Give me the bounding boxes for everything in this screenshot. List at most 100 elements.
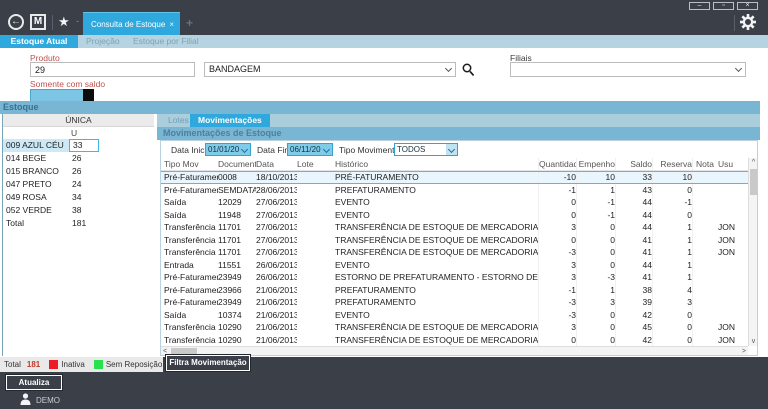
stock-row[interactable]: Total 181 (3, 217, 154, 230)
col-data[interactable]: Data (256, 158, 297, 170)
movement-row[interactable]: Saída 11948 27/06/2013 EVENTO 0 -1 44 0 (161, 209, 748, 222)
stock-quantity[interactable]: 24 (69, 178, 99, 191)
scroll-up-icon[interactable]: ^ (749, 158, 758, 167)
movement-row[interactable]: Transferência 11701 27/06/2013 TRANSFERÊ… (161, 221, 748, 234)
cell-documento[interactable]: 10290 (218, 321, 256, 334)
cell-quantidade[interactable]: 0 (538, 334, 576, 347)
stock-color-name[interactable]: 049 ROSA (3, 191, 69, 204)
data-final-combo[interactable]: 06/11/2013 (287, 143, 333, 156)
favorite-star-icon[interactable]: ★ (58, 14, 70, 30)
cell-nota[interactable] (692, 296, 714, 309)
cell-historico[interactable]: EVENTO (335, 309, 538, 322)
gear-icon[interactable] (740, 14, 756, 30)
col-lote[interactable]: Lote (297, 158, 335, 170)
cell-saldo[interactable]: 44 (615, 196, 652, 209)
cell-documento[interactable]: 11701 (218, 221, 256, 234)
cell-usuario[interactable] (714, 271, 742, 284)
movement-row[interactable]: Transferência 11701 27/06/2013 TRANSFERÊ… (161, 234, 748, 247)
cell-tipo-mov[interactable]: Pré-Faturamento (161, 271, 218, 284)
cell-tipo-mov[interactable]: Saída (161, 196, 218, 209)
cell-historico[interactable]: PRÉ-FATURAMENTO (335, 172, 538, 183)
cell-data[interactable]: 27/06/2013 (256, 221, 297, 234)
cell-tipo-mov[interactable]: Transferência (161, 321, 218, 334)
cell-documento[interactable]: SEMDATA (218, 184, 256, 197)
close-button[interactable]: × (737, 2, 758, 10)
cell-lote[interactable] (297, 271, 335, 284)
stock-quantity[interactable]: 26 (69, 152, 99, 165)
cell-reserva[interactable]: 1 (652, 234, 692, 247)
stock-row[interactable]: 052 VERDE 38 (3, 204, 154, 217)
movement-row[interactable]: Transferência 11701 27/06/2013 TRANSFERÊ… (161, 246, 748, 259)
cell-nota[interactable] (692, 309, 714, 322)
cell-saldo[interactable]: 33 (615, 172, 652, 183)
cell-saldo[interactable]: 38 (615, 284, 652, 297)
scrollbar-thumb[interactable] (750, 169, 757, 195)
cell-documento[interactable]: 10374 (218, 309, 256, 322)
cell-reserva[interactable]: 0 (652, 334, 692, 347)
cell-usuario[interactable]: JON (714, 334, 742, 347)
cell-empenho[interactable]: -1 (576, 196, 615, 209)
cell-usuario[interactable] (714, 259, 742, 272)
col-empenho[interactable]: Empenho (576, 158, 615, 170)
col-nota[interactable]: Nota (692, 158, 714, 170)
scrollbar-thumb[interactable] (171, 348, 197, 355)
cell-data[interactable]: 28/06/2013 (256, 184, 297, 197)
movement-row[interactable]: Pré-Faturamento 0008 18/10/2013 PRÉ-FATU… (161, 171, 748, 184)
cell-quantidade[interactable]: -3 (538, 296, 576, 309)
cell-data[interactable]: 27/06/2013 (256, 246, 297, 259)
cell-historico[interactable]: EVENTO (335, 259, 538, 272)
cell-lote[interactable] (297, 234, 335, 247)
cell-quantidade[interactable]: 3 (538, 259, 576, 272)
tab-close-icon[interactable]: × (169, 20, 180, 29)
cell-data[interactable]: 21/06/2013 (256, 296, 297, 309)
cell-lote[interactable] (297, 284, 335, 297)
tab-movimentacoes[interactable]: Movimentações (190, 114, 270, 127)
cell-historico[interactable]: PREFATURAMENTO (335, 284, 538, 297)
stock-color-name[interactable]: 015 BRANCO (3, 165, 69, 178)
cell-reserva[interactable]: 4 (652, 284, 692, 297)
cell-empenho[interactable]: -3 (576, 271, 615, 284)
cell-documento[interactable]: 23966 (218, 284, 256, 297)
cell-lote[interactable] (297, 246, 335, 259)
stock-color-name[interactable]: 052 VERDE (3, 204, 69, 217)
atualiza-button[interactable]: Atualiza (6, 375, 62, 390)
horizontal-scrollbar[interactable]: < > (161, 346, 748, 355)
cell-saldo[interactable]: 44 (615, 221, 652, 234)
cell-documento[interactable]: 11701 (218, 234, 256, 247)
add-tab-icon[interactable]: + (186, 16, 193, 30)
vertical-scrollbar[interactable]: ^ v (748, 158, 757, 346)
cell-nota[interactable] (692, 271, 714, 284)
cell-documento[interactable]: 23949 (218, 296, 256, 309)
cell-usuario[interactable]: JON (714, 321, 742, 334)
cell-documento[interactable]: 12029 (218, 196, 256, 209)
cell-empenho[interactable]: 10 (576, 172, 615, 183)
cell-reserva[interactable]: 0 (652, 184, 692, 197)
filtra-movimentacao-button[interactable]: Filtra Movimentação (166, 355, 250, 371)
cell-empenho[interactable]: 0 (576, 234, 615, 247)
cell-tipo-mov[interactable]: Pré-Faturamento (161, 284, 218, 297)
cell-lote[interactable] (297, 321, 335, 334)
cell-historico[interactable]: TRANSFERÊNCIA DE ESTOQUE DE MERCADORIA (335, 321, 538, 334)
tab-estoque-por-filial[interactable]: Estoque por Filial (133, 35, 199, 48)
stock-quantity[interactable]: 33 (69, 139, 99, 152)
cell-data[interactable]: 21/06/2013 (256, 284, 297, 297)
cell-tipo-mov[interactable]: Transferência (161, 334, 218, 347)
tab-projecao[interactable]: Projeção (86, 35, 120, 48)
cell-saldo[interactable]: 45 (615, 321, 652, 334)
cell-empenho[interactable]: 0 (576, 221, 615, 234)
cell-quantidade[interactable]: 3 (538, 321, 576, 334)
cell-documento[interactable]: 11701 (218, 246, 256, 259)
cell-nota[interactable] (692, 221, 714, 234)
tipo-movimentacao-combo[interactable]: TODOS (394, 143, 458, 156)
col-usuario[interactable]: Usu (714, 158, 742, 170)
cell-tipo-mov[interactable]: Pré-Faturamento (161, 172, 218, 183)
cell-lote[interactable] (297, 259, 335, 272)
cell-documento[interactable]: 11948 (218, 209, 256, 222)
cell-data[interactable]: 21/06/2013 (256, 321, 297, 334)
cell-usuario[interactable] (714, 296, 742, 309)
cell-saldo[interactable]: 41 (615, 271, 652, 284)
col-documento[interactable]: Documento (218, 158, 256, 170)
cell-data[interactable]: 27/06/2013 (256, 209, 297, 222)
stock-row[interactable]: 047 PRETO 24 (3, 178, 154, 191)
cell-usuario[interactable] (714, 184, 742, 197)
